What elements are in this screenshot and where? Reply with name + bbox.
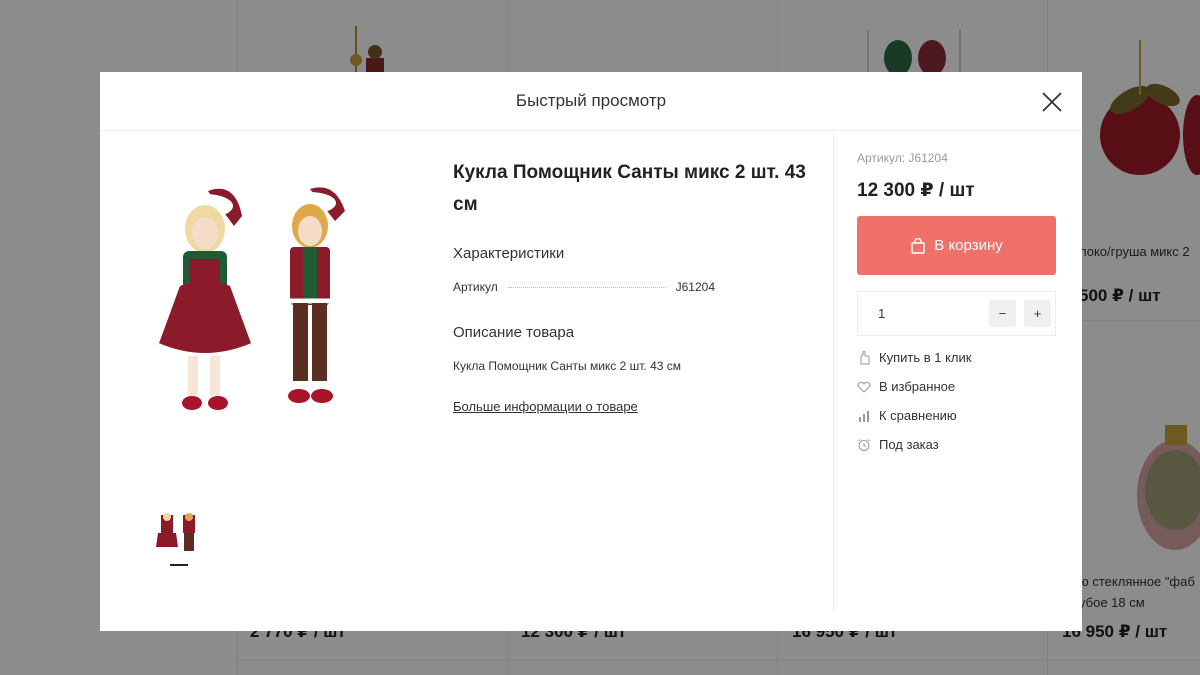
sku-text: Артикул: J61204 [857, 151, 948, 165]
price: 12 300 ₽ / шт [857, 180, 975, 201]
modal-title: Быстрый просмотр [515, 91, 667, 110]
decrease-quantity-button[interactable]: − [989, 300, 1016, 327]
spec-leader [507, 287, 666, 288]
add-to-cart-button[interactable]: В корзину [857, 216, 1056, 275]
click-hand-icon [860, 350, 870, 364]
spec-label: Артикул [453, 280, 498, 294]
quantity-input[interactable]: 1 [878, 306, 981, 321]
shopping-bag-icon [911, 237, 926, 254]
quantity-stepper: 1 − + [857, 291, 1056, 336]
product-main-image[interactable] [130, 181, 430, 461]
product-info: Кукла Помощник Санты микс 2 шт. 43 см Ха… [453, 157, 833, 416]
close-icon[interactable] [1040, 90, 1064, 114]
quick-view-modal: Быстрый просмотр Кукла Помощник Санты ми… [100, 72, 1082, 631]
product-thumbnail[interactable] [156, 511, 200, 557]
buy-one-click-label: Купить в 1 клик [879, 350, 972, 365]
description-heading: Описание товара [453, 324, 575, 341]
description-text: Кукла Помощник Санты микс 2 шт. 43 см [453, 359, 682, 373]
heart-icon [857, 381, 871, 393]
compare-label: К сравнению [879, 408, 957, 423]
modal-header: Быстрый просмотр [100, 72, 1082, 131]
thumbnail-active-indicator [170, 564, 188, 566]
add-to-compare-button[interactable]: К сравнению [857, 408, 1056, 423]
product-title: Кукла Помощник Санты микс 2 шт. 43 см [453, 162, 806, 215]
bar-chart-icon [859, 410, 869, 422]
favorites-label: В избранное [879, 379, 956, 394]
on-order-button[interactable]: Под заказ [857, 437, 1056, 452]
doll-boy-illustration [284, 187, 351, 403]
characteristics-heading: Характеристики [453, 245, 565, 262]
on-order-label: Под заказ [879, 437, 939, 452]
buy-panel: Артикул: J61204 12 300 ₽ / шт В корзину … [857, 151, 1056, 452]
spec-value: J61204 [675, 280, 715, 294]
doll-girl-illustration [156, 188, 254, 410]
column-divider [833, 131, 834, 611]
increase-quantity-button[interactable]: + [1024, 300, 1051, 327]
add-to-favorites-button[interactable]: В избранное [857, 379, 1056, 394]
more-info-link[interactable]: Больше информации о товаре [453, 399, 638, 414]
alarm-clock-icon [858, 438, 870, 451]
add-to-cart-label: В корзину [934, 237, 1003, 254]
spec-row: Артикул J61204 [453, 280, 715, 294]
buy-one-click-button[interactable]: Купить в 1 клик [857, 350, 1056, 365]
